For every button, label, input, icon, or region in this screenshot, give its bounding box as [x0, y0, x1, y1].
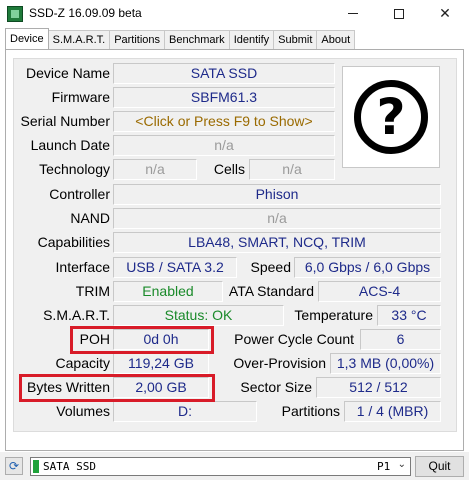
capacity-label: Capacity — [55, 355, 110, 371]
chevron-down-icon: ⌄ — [397, 459, 406, 470]
serial-number-value[interactable]: <Click or Press F9 to Show> — [113, 111, 335, 132]
trim-value: Enabled — [113, 281, 223, 302]
tab-about[interactable]: About — [316, 30, 356, 49]
power-cycle-count-value: 6 — [360, 329, 441, 350]
serial-number-label: Serial Number — [20, 113, 110, 129]
tab-device[interactable]: Device — [5, 28, 49, 49]
controller-label: Controller — [49, 186, 110, 202]
device-name-label: Device Name — [25, 65, 110, 81]
over-provision-value: 1,3 MB (0,00%) — [330, 353, 441, 374]
partitions-value: 1 / 4 (MBR) — [344, 401, 441, 422]
ata-standard-label: ATA Standard — [228, 283, 314, 299]
question-mark-icon: ? — [354, 80, 428, 154]
speed-value: 6,0 Gbps / 6,0 Gbps — [294, 257, 441, 278]
launch-date-value: n/a — [113, 135, 335, 156]
minimize-button[interactable] — [330, 0, 376, 27]
technology-value: n/a — [113, 159, 197, 180]
device-name-value: SATA SSD — [113, 63, 335, 84]
tab-smart[interactable]: S.M.A.R.T. — [47, 30, 111, 49]
smart-label: S.M.A.R.T. — [43, 307, 110, 323]
bytes-written-highlight-box — [19, 374, 215, 402]
window-title: SSD-Z 16.09.09 beta — [29, 6, 142, 20]
minimize-icon — [348, 13, 358, 14]
tab-strip: Device S.M.A.R.T. Partitions Benchmark I… — [5, 28, 356, 49]
interface-label: Interface — [55, 259, 110, 275]
firmware-value: SBFM61.3 — [113, 87, 335, 108]
refresh-button[interactable]: ⟳ — [5, 457, 23, 475]
power-cycle-count-label: Power Cycle Count — [234, 331, 354, 347]
close-icon: ✕ — [439, 5, 451, 21]
ata-standard-value: ACS-4 — [318, 281, 441, 302]
maximize-button[interactable] — [376, 0, 422, 27]
controller-value: Phison — [113, 184, 441, 205]
nand-label: NAND — [70, 210, 110, 226]
drive-select[interactable]: SATA SSD P1 ⌄ — [30, 457, 411, 476]
poh-highlight-box — [70, 326, 214, 354]
app-icon — [7, 6, 23, 22]
capacity-value: 119,24 GB — [113, 353, 209, 374]
cells-value: n/a — [249, 159, 335, 180]
volumes-value: D: — [113, 401, 257, 422]
quit-button[interactable]: Quit — [415, 456, 464, 477]
sector-size-label: Sector Size — [240, 379, 312, 395]
temperature-label: Temperature — [294, 307, 373, 323]
vendor-logo: ? — [342, 66, 440, 168]
capabilities-value: LBA48, SMART, NCQ, TRIM — [113, 232, 441, 253]
drive-select-port: P1 — [377, 460, 391, 473]
drive-status-indicator — [33, 460, 39, 473]
tab-benchmark[interactable]: Benchmark — [164, 30, 230, 49]
close-button[interactable]: ✕ — [422, 0, 468, 27]
trim-label: TRIM — [75, 283, 110, 299]
interface-value: USB / SATA 3.2 — [113, 257, 237, 278]
smart-status-value: Status: OK — [113, 305, 284, 326]
capabilities-label: Capabilities — [37, 234, 110, 250]
tab-identify[interactable]: Identify — [228, 30, 275, 49]
speed-label: Speed — [250, 259, 291, 275]
tab-partitions[interactable]: Partitions — [109, 30, 166, 49]
volumes-label: Volumes — [56, 403, 110, 419]
partitions-label: Partitions — [281, 403, 340, 419]
nand-value: n/a — [113, 208, 441, 229]
title-bar: SSD-Z 16.09.09 beta ✕ — [0, 0, 469, 27]
sector-size-value: 512 / 512 — [316, 377, 441, 398]
tab-submit[interactable]: Submit — [273, 30, 318, 49]
temperature-value: 33 °C — [377, 305, 441, 326]
bottom-bar: ⟳ SATA SSD P1 ⌄ Quit — [0, 452, 469, 480]
drive-select-name: SATA SSD — [43, 460, 96, 473]
refresh-icon: ⟳ — [8, 459, 20, 473]
over-provision-label: Over-Provision — [233, 355, 326, 371]
cells-label: Cells — [213, 161, 245, 177]
launch-date-label: Launch Date — [30, 137, 110, 153]
firmware-label: Firmware — [51, 89, 110, 105]
maximize-icon — [394, 8, 404, 19]
technology-label: Technology — [39, 161, 110, 177]
